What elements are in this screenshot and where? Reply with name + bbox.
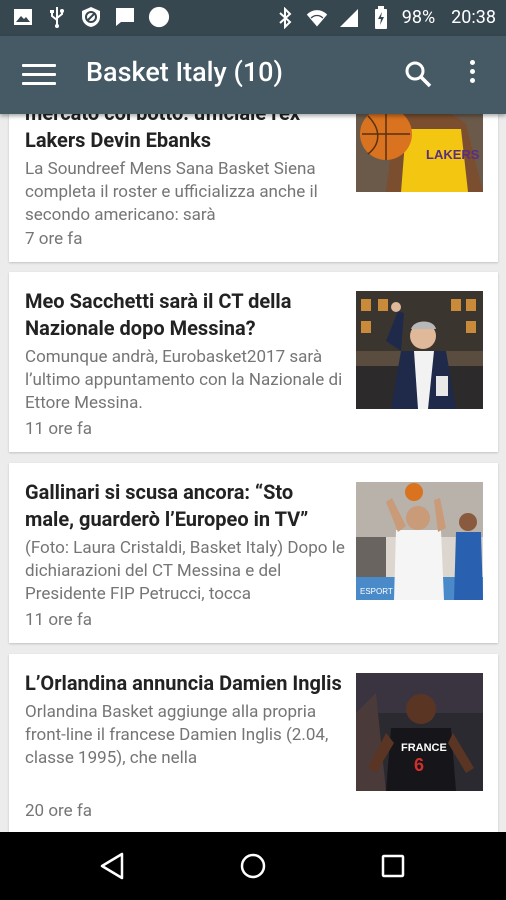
article-thumbnail: ESPORT: [356, 482, 483, 600]
article-text: mercato col botto: ufficiale l'ex Lakers…: [25, 114, 345, 227]
message-icon: [114, 6, 136, 28]
article-feed[interactable]: mercato col botto: ufficiale l'ex Lakers…: [0, 114, 506, 832]
article-text: Gallinari si scusa ancora: “Sto male, gu…: [25, 479, 345, 606]
navigation-bar: [0, 832, 506, 900]
search-icon[interactable]: [402, 58, 434, 90]
article-snippet: Comunque andrà, Eurobasket2017 sarà l’ul…: [25, 347, 343, 413]
article-time: 7 ore fa: [25, 229, 83, 249]
article-headline: L’Orlandina annuncia Damien Inglis: [25, 671, 342, 695]
article-text: Meo Sacchetti sarà il CT della Nazionale…: [25, 288, 345, 415]
notification-icons: [12, 6, 170, 28]
article-card[interactable]: L’Orlandina annuncia Damien Inglis Orlan…: [9, 654, 498, 832]
usb-icon: [46, 6, 68, 28]
article-thumbnail: LAKERS: [356, 114, 483, 192]
battery-level: 98%: [401, 7, 436, 28]
jersey-number: 6: [414, 755, 424, 775]
wifi-icon: [306, 7, 328, 29]
more-vert-icon[interactable]: [462, 56, 482, 92]
bluetooth-icon: [274, 7, 296, 29]
system-icons: 98% 20:38: [274, 6, 496, 30]
article-text: L’Orlandina annuncia Damien Inglis Orlan…: [25, 670, 345, 770]
signal-icon: [338, 7, 360, 29]
status-bar: 98% 20:38: [0, 0, 506, 36]
article-headline-clipped: mercato col botto: ufficiale l'ex: [25, 114, 345, 127]
article-card[interactable]: mercato col botto: ufficiale l'ex Lakers…: [9, 114, 498, 262]
home-icon[interactable]: [235, 848, 271, 884]
article-headline: Lakers Devin Ebanks: [25, 128, 212, 152]
article-card[interactable]: Meo Sacchetti sarà il CT della Nazionale…: [9, 272, 498, 452]
article-time: 11 ore fa: [25, 610, 93, 630]
clock: 20:38: [451, 7, 496, 28]
article-headline: Meo Sacchetti sarà il CT della Nazionale…: [25, 289, 292, 340]
image-icon: [12, 6, 34, 28]
article-thumbnail: [356, 291, 483, 409]
article-time: 11 ore fa: [25, 419, 93, 439]
article-headline: Gallinari si scusa ancora: “Sto male, gu…: [25, 480, 309, 531]
recents-icon[interactable]: [375, 848, 411, 884]
article-thumbnail: FRANCE 6: [356, 673, 483, 791]
blocked-icon: [80, 6, 102, 28]
article-snippet: Orlandina Basket aggiunge alla propria f…: [25, 702, 329, 768]
article-time: 20 ore fa: [25, 801, 93, 821]
jersey-text: FRANCE: [401, 742, 447, 754]
article-snippet: (Foto: Laura Cristaldi, Basket Italy) Do…: [25, 538, 345, 604]
article-card[interactable]: Gallinari si scusa ancora: “Sto male, gu…: [9, 463, 498, 643]
back-icon[interactable]: [96, 848, 132, 884]
battery-icon: [370, 6, 392, 29]
page-title: Basket Italy (10): [86, 56, 283, 88]
app-bar: Basket Italy (10): [0, 36, 506, 114]
thumb-sign-text: ESPORT: [360, 587, 393, 596]
article-snippet: La Soundreef Mens Sana Basket Siena comp…: [25, 159, 318, 225]
circle-icon: [148, 6, 170, 28]
jersey-text: LAKERS: [426, 147, 480, 162]
menu-icon[interactable]: [22, 60, 56, 90]
